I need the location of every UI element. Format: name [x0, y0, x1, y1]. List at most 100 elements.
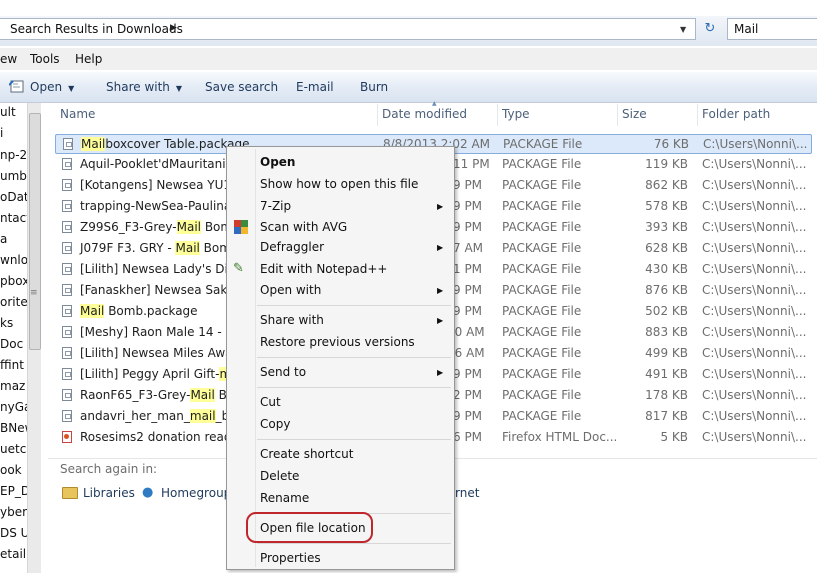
- nav-item[interactable]: maz: [0, 379, 25, 393]
- file-date: 1 PM: [453, 262, 483, 276]
- nav-item[interactable]: ntact: [0, 211, 30, 225]
- column-header-type[interactable]: Type: [502, 107, 530, 127]
- menu-separator: [257, 439, 451, 440]
- menu-item-7zip[interactable]: 7-Zip: [260, 199, 291, 213]
- menu-help[interactable]: Help: [75, 52, 102, 66]
- search-again-internet-link[interactable]: rnet: [455, 486, 479, 500]
- file-type: PACKAGE File: [502, 199, 582, 213]
- file-name: [Lilith] Newsea Miles Away-: [80, 346, 244, 360]
- package-file-icon: [62, 410, 72, 422]
- file-folder: C:\Users\Nonni\...: [702, 367, 807, 381]
- nav-item[interactable]: ks: [0, 316, 13, 330]
- column-header-size[interactable]: Size: [622, 107, 647, 127]
- file-size: 178 KB: [645, 388, 688, 402]
- nav-item[interactable]: i: [0, 126, 3, 140]
- menu-item-create-shortcut[interactable]: Create shortcut: [260, 447, 353, 461]
- menu-item-scan-avg[interactable]: Scan with AVG: [260, 220, 347, 234]
- nav-scrollbar-thumb[interactable]: [29, 113, 41, 350]
- column-divider[interactable]: [377, 104, 378, 126]
- nav-item[interactable]: wnlo: [0, 253, 28, 267]
- file-name: andavri_her_man_mail_bom: [80, 409, 248, 423]
- file-date: 9 PM: [453, 199, 483, 213]
- column-header-name[interactable]: Name: [60, 107, 95, 127]
- nav-item[interactable]: oDat: [0, 190, 29, 204]
- nav-item[interactable]: np-2: [0, 148, 27, 162]
- menu-item-open-with[interactable]: Open with: [260, 283, 321, 297]
- menu-item-edit-notepad[interactable]: Edit with Notepad++: [260, 262, 387, 276]
- menu-item-rename[interactable]: Rename: [260, 491, 309, 505]
- address-dropdown-icon[interactable]: ▼: [680, 25, 686, 34]
- menu-item-defraggler[interactable]: Defraggler: [260, 240, 324, 254]
- submenu-arrow-icon: ▶: [437, 316, 444, 325]
- nav-item[interactable]: pbox: [0, 274, 29, 288]
- menu-item-copy[interactable]: Copy: [260, 417, 290, 431]
- menu-item-open[interactable]: Open: [260, 155, 295, 169]
- column-divider[interactable]: [697, 104, 698, 126]
- column-divider[interactable]: [617, 104, 618, 126]
- nav-item[interactable]: EP_D: [0, 484, 30, 498]
- search-again-homegroup-link[interactable]: Homegroup: [161, 486, 231, 500]
- nav-item[interactable]: ult: [0, 105, 16, 119]
- file-size: 817 KB: [645, 409, 688, 423]
- file-name: [Kotangens] Newsea YU124: [80, 178, 247, 192]
- nav-item[interactable]: orite: [0, 295, 28, 309]
- file-size: 5 KB: [660, 430, 688, 444]
- package-file-icon: [62, 368, 72, 380]
- nav-item[interactable]: etail: [0, 547, 26, 561]
- column-divider[interactable]: [497, 104, 498, 126]
- open-button[interactable]: Open ▼: [30, 80, 74, 94]
- address-path[interactable]: Search Results in Downloads: [10, 22, 183, 36]
- burn-button[interactable]: Burn: [360, 80, 388, 94]
- nav-item[interactable]: uetc: [0, 442, 26, 456]
- file-folder: C:\Users\Nonni\...: [702, 304, 807, 318]
- nav-item[interactable]: BNew: [0, 421, 30, 435]
- nav-item[interactable]: ook: [0, 463, 22, 477]
- submenu-arrow-icon: ▶: [437, 286, 444, 295]
- search-again-libraries-link[interactable]: Libraries: [83, 486, 135, 500]
- menu-item-delete[interactable]: Delete: [260, 469, 299, 483]
- email-button[interactable]: E-mail: [296, 80, 334, 94]
- file-folder: C:\Users\Nonni\...: [702, 262, 807, 276]
- column-header-folder-path[interactable]: Folder path: [702, 107, 770, 127]
- nav-item[interactable]: a: [0, 232, 7, 246]
- nav-item[interactable]: nyGa: [0, 400, 30, 414]
- pane-splitter-grip-icon[interactable]: ≡: [30, 288, 38, 298]
- file-name: trapping-NewSea-Paulina-: [80, 199, 236, 213]
- menu-separator: [257, 357, 451, 358]
- file-type: Firefox HTML Doc...: [502, 430, 618, 444]
- search-input[interactable]: Mail: [727, 18, 817, 40]
- menu-item-share-with[interactable]: Share with: [260, 313, 324, 327]
- menu-tools[interactable]: Tools: [30, 52, 60, 66]
- menu-item-restore-versions[interactable]: Restore previous versions: [260, 335, 415, 349]
- nav-item[interactable]: Doc: [0, 337, 23, 351]
- refresh-icon[interactable]: ↻: [700, 19, 720, 39]
- nav-item[interactable]: DS U: [0, 526, 29, 540]
- file-type: PACKAGE File: [502, 178, 582, 192]
- address-bar[interactable]: Search Results in Downloads ▶ ▼: [0, 18, 696, 40]
- file-type: PACKAGE File: [502, 388, 582, 402]
- file-name: J079F F3. GRY - Mail Bomb.: [80, 241, 243, 255]
- file-size: 862 KB: [645, 178, 688, 192]
- menu-item-cut[interactable]: Cut: [260, 395, 281, 409]
- menu-item-show-how-to-open[interactable]: Show how to open this file: [260, 177, 418, 191]
- menu-item-properties[interactable]: Properties: [260, 551, 321, 565]
- file-size: 119 KB: [645, 157, 688, 171]
- file-name: Aquil-Pooklet'dMauritaniaD: [80, 157, 243, 171]
- file-folder: C:\Users\Nonni\...: [702, 283, 807, 297]
- menu-view[interactable]: ew: [0, 52, 17, 66]
- save-search-button[interactable]: Save search: [205, 80, 278, 94]
- file-type: PACKAGE File: [502, 283, 582, 297]
- share-with-button[interactable]: Share with ▼: [106, 80, 182, 94]
- package-file-icon: [62, 179, 72, 191]
- file-size: 499 KB: [645, 346, 688, 360]
- file-folder: C:\Users\Nonni\...: [702, 199, 807, 213]
- package-file-icon: [62, 242, 72, 254]
- column-header-date-modified[interactable]: Date modified: [382, 107, 467, 127]
- nav-item[interactable]: ffint: [0, 358, 24, 372]
- menu-separator: [257, 543, 451, 544]
- menu-item-send-to[interactable]: Send to: [260, 365, 306, 379]
- nav-item[interactable]: umbi: [0, 169, 30, 183]
- nav-item[interactable]: yber: [0, 505, 27, 519]
- breadcrumb-chevron-icon[interactable]: ▶: [170, 23, 177, 33]
- menu-separator: [257, 387, 451, 388]
